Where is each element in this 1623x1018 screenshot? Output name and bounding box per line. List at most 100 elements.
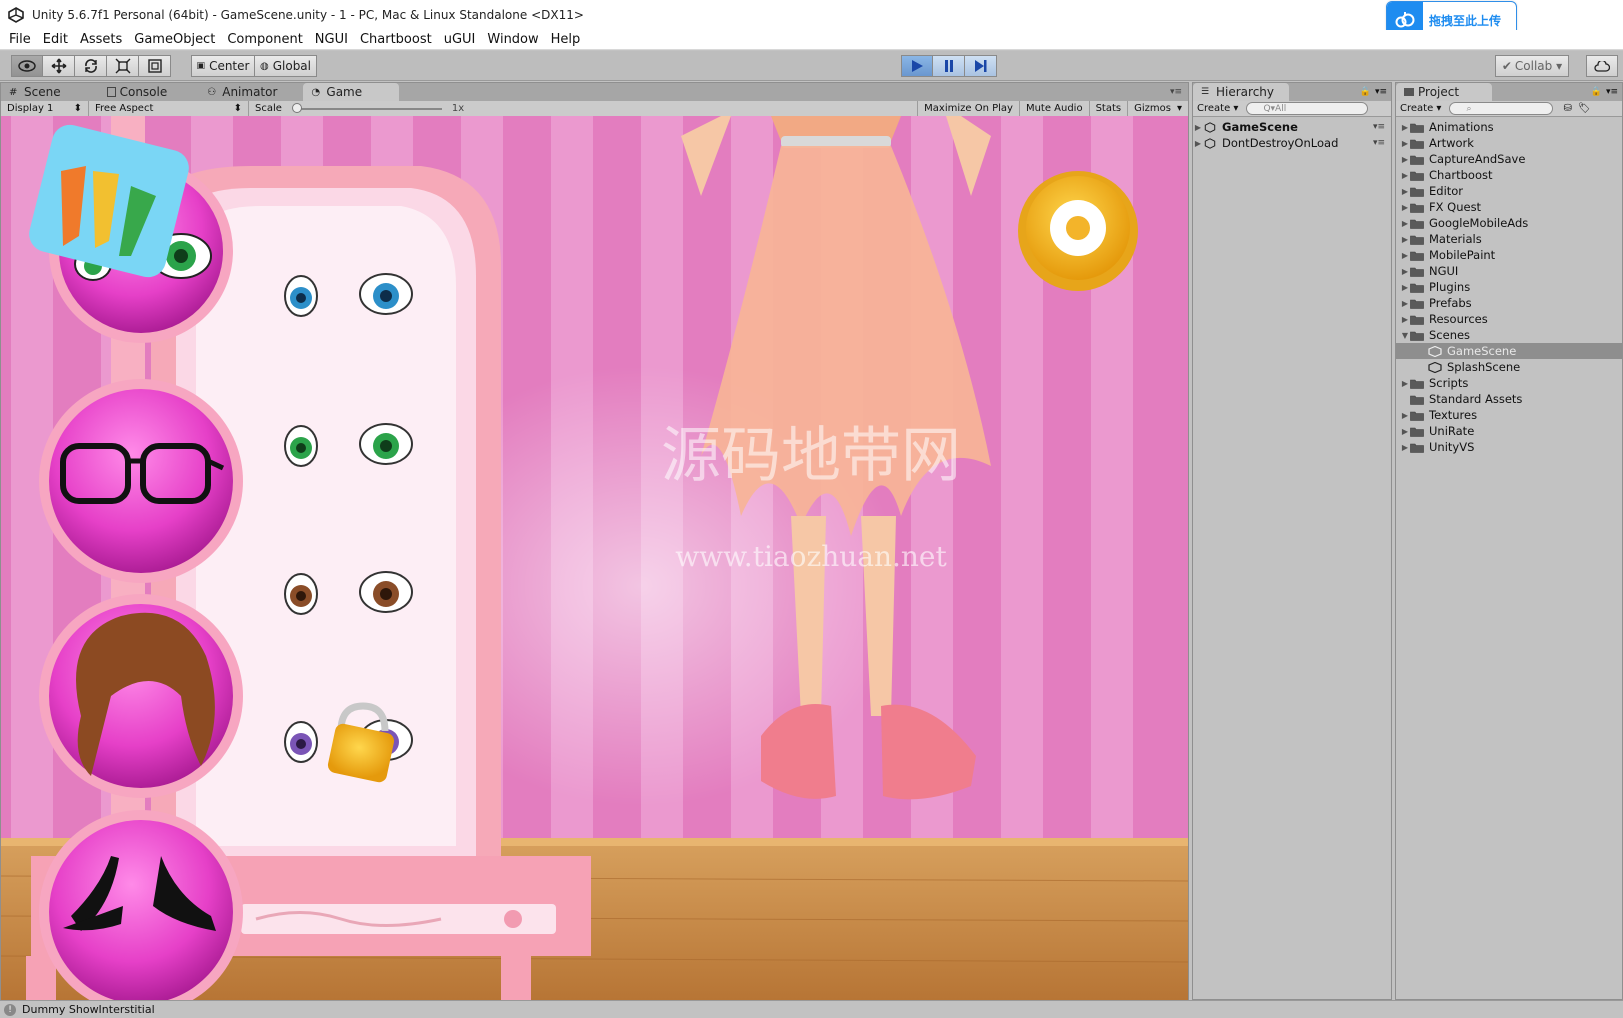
expand-arrow-icon[interactable]: ▶: [1400, 171, 1410, 180]
tab-animator[interactable]: ⚇ Animator: [199, 83, 287, 101]
project-item-fx-quest[interactable]: ▶ FX Quest: [1396, 199, 1622, 215]
project-item-splashscene[interactable]: SplashScene: [1396, 359, 1622, 375]
project-item-textures[interactable]: ▶ Textures: [1396, 407, 1622, 423]
expand-arrow-icon[interactable]: ▶: [1400, 139, 1410, 148]
project-item-mobilepaint[interactable]: ▶ MobilePaint: [1396, 247, 1622, 263]
game-viewport[interactable]: 源码地带网 www.tiaozhuan.net: [1, 116, 1188, 1000]
menu-component[interactable]: Component: [227, 32, 302, 47]
lock-small-icon[interactable]: 🔒: [1591, 83, 1606, 101]
scale-slider[interactable]: [291, 102, 442, 113]
project-item-ngui[interactable]: ▶ NGUI: [1396, 263, 1622, 279]
expand-arrow-icon[interactable]: ▶: [1400, 427, 1410, 436]
project-item-scenes[interactable]: ▼ Scenes: [1396, 327, 1622, 343]
category-glasses-button[interactable]: [39, 379, 243, 583]
project-item-googlemobileads[interactable]: ▶ GoogleMobileAds: [1396, 215, 1622, 231]
menu-ngui[interactable]: NGUI: [315, 32, 348, 47]
expand-arrow-icon[interactable]: ▶: [1400, 187, 1410, 196]
status-message[interactable]: Dummy ShowInterstitial: [22, 1003, 155, 1016]
menu-file[interactable]: File: [9, 32, 31, 47]
cloud-services-button[interactable]: [1586, 55, 1618, 77]
menu-window[interactable]: Window: [487, 32, 538, 47]
menu-ugui[interactable]: uGUI: [444, 32, 476, 47]
menu-help[interactable]: Help: [551, 32, 581, 47]
folder-icon: [1410, 139, 1424, 149]
project-item-materials[interactable]: ▶ Materials: [1396, 231, 1622, 247]
rotate-icon: [84, 59, 97, 73]
hierarchy-create-dropdown[interactable]: Create ▾: [1197, 103, 1238, 114]
expand-arrow-icon[interactable]: ▶: [1400, 411, 1410, 420]
mute-audio-toggle[interactable]: Mute Audio: [1020, 100, 1090, 117]
expand-arrow-icon[interactable]: ▶: [1400, 235, 1410, 244]
menu-assets[interactable]: Assets: [80, 32, 122, 47]
scale-tool-button[interactable]: [107, 55, 139, 77]
display-dropdown[interactable]: Display 1 ⬍: [1, 100, 89, 117]
pivot-global-toggle[interactable]: ◍ Global: [255, 55, 317, 77]
tab-console[interactable]: Console: [99, 83, 178, 101]
project-item-gamescene[interactable]: GameScene: [1396, 343, 1622, 359]
panel-menu-icon[interactable]: ▾≡: [1170, 83, 1188, 101]
row-menu-icon[interactable]: ▾≡: [1373, 138, 1385, 148]
expand-arrow-icon[interactable]: ▶: [1400, 379, 1410, 388]
project-item-captureandsave[interactable]: ▶ CaptureAndSave: [1396, 151, 1622, 167]
rect-tool-button[interactable]: [139, 55, 171, 77]
panel-menu-icon[interactable]: ▾≡: [1606, 83, 1622, 101]
expand-arrow-icon[interactable]: ▶: [1400, 315, 1410, 324]
expand-arrow-icon[interactable]: ▶: [1193, 139, 1203, 148]
category-hair-button[interactable]: [39, 594, 243, 798]
project-item-editor[interactable]: ▶ Editor: [1396, 183, 1622, 199]
project-item-scripts[interactable]: ▶ Scripts: [1396, 375, 1622, 391]
panel-menu-icon[interactable]: ▾≡: [1375, 83, 1391, 101]
hierarchy-item-dontdestroyonload[interactable]: ▶ DontDestroyOnLoad ▾≡: [1193, 135, 1391, 151]
lock-small-icon[interactable]: 🔒: [1360, 83, 1375, 101]
menu-chartboost[interactable]: Chartboost: [360, 32, 432, 47]
collapse-arrow-icon[interactable]: ▼: [1400, 331, 1410, 340]
tab-hierarchy[interactable]: ☰ Hierarchy: [1193, 83, 1289, 101]
expand-arrow-icon[interactable]: ▶: [1400, 219, 1410, 228]
tab-game[interactable]: ◔ Game: [303, 83, 400, 101]
hierarchy-item-gamescene[interactable]: ▶ GameScene ▾≡: [1193, 119, 1391, 135]
project-item-chartboost[interactable]: ▶ Chartboost: [1396, 167, 1622, 183]
project-item-artwork[interactable]: ▶ Artwork: [1396, 135, 1622, 151]
stats-toggle[interactable]: Stats: [1090, 100, 1129, 117]
expand-arrow-icon[interactable]: ▶: [1193, 123, 1203, 132]
project-create-dropdown[interactable]: Create ▾: [1400, 103, 1441, 114]
project-item-unityvs[interactable]: ▶ UnityVS: [1396, 439, 1622, 455]
filter-by-type-icon[interactable]: ⛁: [1563, 103, 1571, 114]
row-menu-icon[interactable]: ▾≡: [1373, 122, 1385, 132]
menu-gameobject[interactable]: GameObject: [134, 32, 215, 47]
tab-project[interactable]: Project: [1396, 83, 1492, 101]
expand-arrow-icon[interactable]: ▶: [1400, 283, 1410, 292]
project-search-input[interactable]: ⌕: [1449, 102, 1554, 115]
expand-arrow-icon[interactable]: ▶: [1400, 251, 1410, 260]
expand-arrow-icon[interactable]: ▶: [1400, 299, 1410, 308]
menu-edit[interactable]: Edit: [43, 32, 68, 47]
pivot-center-toggle[interactable]: ▣ Center: [191, 55, 255, 77]
expand-arrow-icon[interactable]: ▶: [1400, 267, 1410, 276]
hierarchy-search-input[interactable]: Q▾All: [1246, 102, 1369, 115]
maximize-on-play-toggle[interactable]: Maximize On Play: [917, 100, 1020, 117]
project-item-unirate[interactable]: ▶ UniRate: [1396, 423, 1622, 439]
project-item-animations[interactable]: ▶ Animations: [1396, 119, 1622, 135]
pause-button[interactable]: [933, 55, 965, 77]
aspect-dropdown[interactable]: Free Aspect ⬍: [89, 100, 249, 117]
move-tool-button[interactable]: [43, 55, 75, 77]
project-item-plugins[interactable]: ▶ Plugins: [1396, 279, 1622, 295]
expand-arrow-icon[interactable]: ▶: [1400, 203, 1410, 212]
expand-arrow-icon[interactable]: ▶: [1400, 123, 1410, 132]
gizmos-dropdown[interactable]: Gizmos ▾: [1128, 101, 1188, 117]
scale-slider-thumb[interactable]: [291, 102, 302, 113]
filter-by-label-icon[interactable]: 🏷: [1578, 103, 1591, 114]
project-item-resources[interactable]: ▶ Resources: [1396, 311, 1622, 327]
rotate-tool-button[interactable]: [75, 55, 107, 77]
hand-tool-button[interactable]: [11, 55, 43, 77]
settings-gear-button[interactable]: [1018, 171, 1138, 291]
tab-scene[interactable]: # Scene: [1, 83, 71, 101]
project-item-prefabs[interactable]: ▶ Prefabs: [1396, 295, 1622, 311]
project-item-standard-assets[interactable]: Standard Assets: [1396, 391, 1622, 407]
expand-arrow-icon[interactable]: ▶: [1400, 155, 1410, 164]
expand-arrow-icon[interactable]: ▶: [1400, 443, 1410, 452]
main-toolbar: ▣ Center ◍ Global ✔ Collab ▾: [0, 51, 1623, 81]
collab-dropdown[interactable]: ✔ Collab ▾: [1495, 55, 1569, 77]
play-button[interactable]: [901, 55, 933, 77]
step-button[interactable]: [965, 55, 997, 77]
